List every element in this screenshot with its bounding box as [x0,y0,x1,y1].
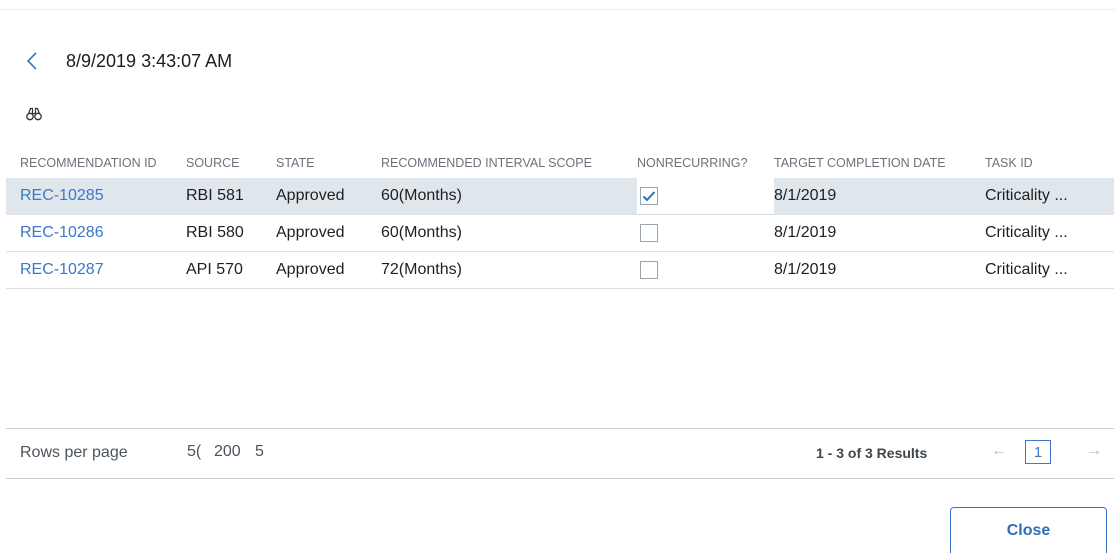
page-title: 8/9/2019 3:43:07 AM [66,50,233,71]
binoculars-icon [26,107,42,121]
column-header-interval-scope[interactable]: RECOMMENDED INTERVAL SCOPE [381,147,637,178]
target-date-cell: 8/1/2019 [774,214,985,252]
nonrecurring-checkbox[interactable] [640,187,658,205]
column-header-recommendation-id[interactable]: RECOMMENDATION ID [6,147,186,178]
page-size-option[interactable]: 200 [214,443,241,461]
recommendation-id-link[interactable]: REC-10287 [20,261,104,278]
find-button[interactable] [26,107,42,121]
column-header-nonrecurring[interactable]: NONRECURRING? [637,147,774,178]
column-header-target-completion-date[interactable]: TARGET COMPLETION DATE [774,147,985,178]
back-button[interactable] [20,49,44,73]
table-row[interactable]: REC-10286 RBI 580 Approved 60(Months) 8/… [6,214,1114,252]
page-header: 8/9/2019 3:43:07 AM [20,47,232,75]
top-divider [0,9,1115,10]
column-header-task-id[interactable]: TASK ID [985,147,1114,178]
source-cell: API 570 [186,251,276,289]
interval-cell: 60(Months) [381,178,637,215]
nonrecurring-checkbox[interactable] [640,224,658,242]
recommendation-id-link[interactable]: REC-10285 [20,187,104,204]
state-cell: Approved [276,214,381,252]
nonrecurring-checkbox[interactable] [640,261,658,279]
source-cell: RBI 580 [186,214,276,252]
recommendation-id-link[interactable]: REC-10286 [20,224,104,241]
task-id-cell: Criticality ... [985,178,1114,215]
table-row[interactable]: REC-10287 API 570 Approved 72(Months) 8/… [6,251,1114,289]
table-row[interactable]: REC-10285 RBI 581 Approved 60(Months) 8/… [6,178,1114,215]
rows-per-page-label: Rows per page [20,444,128,461]
source-cell: RBI 581 [186,178,276,215]
page-number-button[interactable]: 1 [1025,440,1051,464]
page-size-option[interactable]: 5( [187,443,201,461]
interval-cell: 60(Months) [381,214,637,252]
arrow-left-icon[interactable]: ← [991,442,1007,460]
recommendations-table: RECOMMENDATION ID SOURCE STATE RECOMMEND… [6,147,1114,289]
interval-cell: 72(Months) [381,251,637,289]
pagination-bar: Rows per page 5( 200 5 1 - 3 of 3 Result… [6,428,1114,479]
results-count: 1 - 3 of 3 Results [816,445,928,461]
column-header-state[interactable]: STATE [276,147,381,178]
target-date-cell: 8/1/2019 [774,178,985,215]
arrow-right-icon[interactable]: → [1086,442,1102,460]
state-cell: Approved [276,178,381,215]
task-id-cell: Criticality ... [985,214,1114,252]
state-cell: Approved [276,251,381,289]
chevron-left-icon [26,52,37,70]
table-header-row: RECOMMENDATION ID SOURCE STATE RECOMMEND… [6,147,1114,178]
task-id-cell: Criticality ... [985,251,1114,289]
column-header-source[interactable]: SOURCE [186,147,276,178]
page-size-option[interactable]: 5 [255,443,264,461]
target-date-cell: 8/1/2019 [774,251,985,289]
checkmark-icon [642,191,656,202]
close-button[interactable]: Close [950,507,1107,553]
